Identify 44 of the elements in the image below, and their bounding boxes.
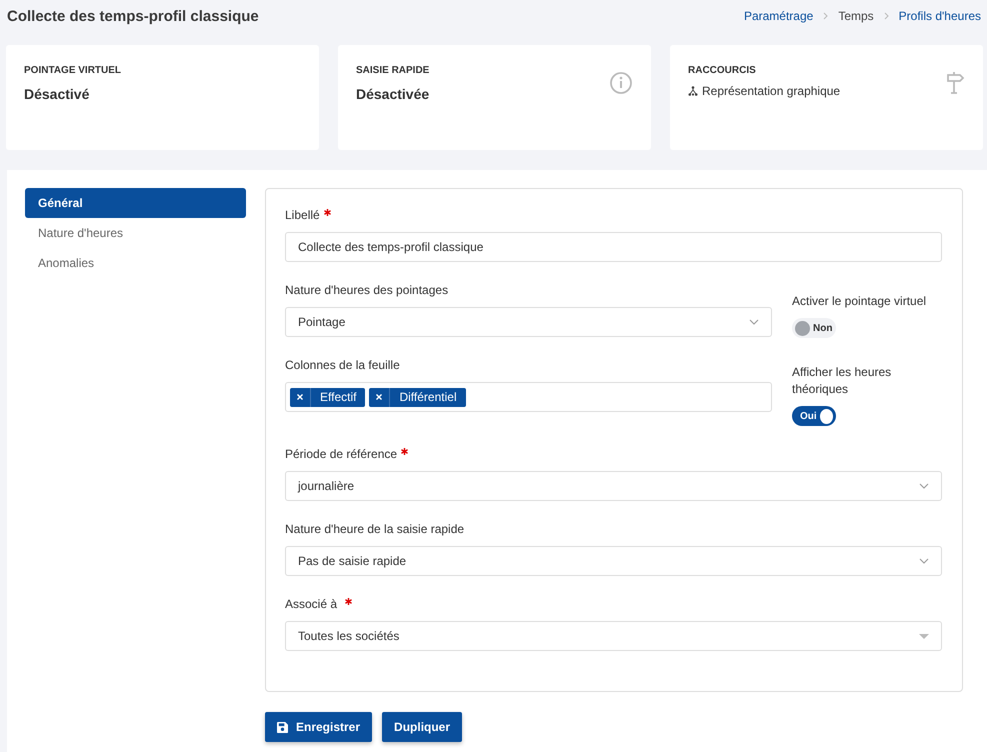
breadcrumb-link[interactable]: Paramétrage xyxy=(744,9,814,23)
tag-label: Différentiel xyxy=(398,390,458,404)
signpost-icon xyxy=(945,71,965,95)
text-field[interactable]: Collecte des temps-profil classique xyxy=(285,232,942,262)
remove-icon[interactable] xyxy=(376,394,382,400)
select-field[interactable]: Pas de saisie rapide xyxy=(285,546,942,576)
shortcut-link[interactable]: Représentation graphique xyxy=(702,84,840,98)
chevron-right-icon xyxy=(823,12,828,20)
select-field[interactable]: journalière xyxy=(285,471,942,501)
tags-field[interactable]: Effectif Différentiel xyxy=(285,382,772,412)
chevron-down-icon xyxy=(919,483,929,489)
card-label: POINTAGE VIRTUEL xyxy=(24,65,122,76)
field-label: Nature d'heure de la saisie rapide xyxy=(285,522,464,536)
field-label: Libellé xyxy=(285,208,320,222)
save-button[interactable]: Enregistrer xyxy=(265,712,372,742)
field-label: Colonnes de la feuille xyxy=(285,358,401,372)
duplicate-button[interactable]: Dupliquer xyxy=(382,712,462,742)
caret-down-icon xyxy=(919,634,929,638)
tag-label: Effectif xyxy=(319,390,358,404)
card-label: SAISIE RAPIDE xyxy=(356,65,430,76)
select-field[interactable]: Pointage xyxy=(285,307,772,337)
card-label: RACCOURCIS xyxy=(688,65,757,76)
sidebar-item[interactable]: Général xyxy=(25,188,246,218)
toggle-switch[interactable]: Oui xyxy=(792,406,836,426)
sidebar-item[interactable]: Anomalies xyxy=(25,248,246,278)
card-value: Désactivé xyxy=(24,86,90,102)
network-icon xyxy=(688,86,698,96)
breadcrumb-link[interactable]: Profils d'heures xyxy=(898,9,981,23)
chevron-right-icon xyxy=(884,12,889,20)
chevron-down-icon xyxy=(919,558,929,564)
sidebar-item[interactable]: Nature d'heures xyxy=(25,218,246,248)
card-value: Désactivée xyxy=(356,86,430,102)
page-title: Collecte des temps-profil classique xyxy=(7,8,259,24)
field-label: Période de référence xyxy=(285,447,398,461)
toggle-label: Afficher les heures théoriques xyxy=(792,364,892,398)
remove-icon[interactable] xyxy=(297,394,303,400)
toggle-label: Activer le pointage virtuel xyxy=(792,293,928,310)
field-label: Associé à xyxy=(285,597,338,611)
chevron-down-icon xyxy=(749,319,759,325)
field-label: Nature d'heures des pointages xyxy=(285,283,450,297)
select-field[interactable]: Toutes les sociétés xyxy=(285,621,942,651)
toggle-switch[interactable]: Non xyxy=(792,318,836,338)
breadcrumb-current-page: Temps xyxy=(838,9,874,23)
info-icon xyxy=(609,71,633,95)
